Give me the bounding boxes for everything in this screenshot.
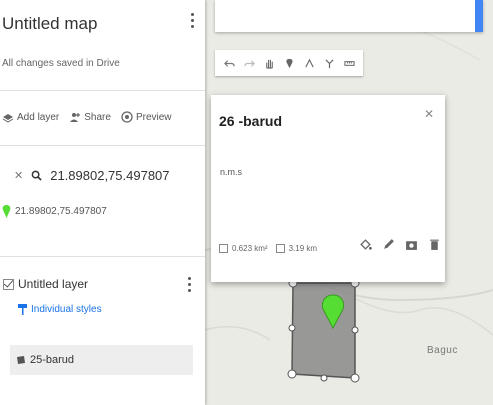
divider xyxy=(0,256,205,257)
person-add-icon xyxy=(70,113,81,122)
paint-roller-icon xyxy=(18,304,27,315)
vertex-handle xyxy=(320,374,328,382)
area-value: 0.623 km² xyxy=(232,244,268,253)
add-marker-icon[interactable] xyxy=(282,56,296,70)
search-result-item[interactable]: 21.89802,75.497807 xyxy=(2,205,107,218)
route-icon[interactable] xyxy=(322,56,336,70)
search-query-row[interactable]: ✕ 21.89802,75.497807 xyxy=(14,168,170,183)
divider xyxy=(0,90,205,91)
save-status: All changes saved in Drive xyxy=(2,58,120,69)
divider xyxy=(0,145,205,146)
close-icon[interactable]: ✕ xyxy=(424,107,434,121)
eye-icon xyxy=(121,111,133,123)
undo-icon[interactable] xyxy=(222,56,236,70)
vertex-handle xyxy=(351,326,359,334)
panel-actions: Add layer Share Preview xyxy=(2,111,172,123)
layers-panel: Untitled map All changes saved in Drive … xyxy=(0,0,205,405)
clear-search-icon[interactable]: ✕ xyxy=(14,169,23,182)
add-layer-button[interactable]: Add layer xyxy=(2,111,59,123)
search-result-label: 21.89802,75.497807 xyxy=(15,206,107,217)
feature-info-card: 26 -barud ✕ n.m.s 0.623 km² 3.19 km xyxy=(211,95,445,282)
redo-icon[interactable] xyxy=(242,56,256,70)
card-tools xyxy=(359,238,441,251)
area-icon xyxy=(219,244,228,253)
length-icon xyxy=(275,244,285,253)
feature-measurements: 0.623 km² 3.19 km xyxy=(219,244,317,253)
camera-icon[interactable] xyxy=(405,238,418,251)
polygon-icon xyxy=(17,356,25,364)
feature-title[interactable]: 26 -barud xyxy=(219,113,282,129)
layer-header[interactable]: Untitled layer xyxy=(3,277,88,291)
map-menu-icon[interactable] xyxy=(186,10,198,32)
individual-styles-label: Individual styles xyxy=(31,304,102,315)
feature-description[interactable]: n.m.s xyxy=(220,167,242,177)
add-layer-icon xyxy=(2,114,14,123)
pencil-icon[interactable] xyxy=(382,238,395,251)
feature-name: 25-barud xyxy=(30,354,75,366)
vertex-handle xyxy=(350,373,360,383)
share-label: Share xyxy=(84,111,111,123)
map-search-bar[interactable] xyxy=(215,0,483,32)
vertex-handle xyxy=(288,324,296,332)
preview-label: Preview xyxy=(135,111,172,123)
map-pin-icon xyxy=(2,205,11,218)
map-place-label: Baguc xyxy=(427,345,458,356)
layer-menu-icon[interactable] xyxy=(183,274,195,296)
add-layer-label: Add layer xyxy=(17,111,60,123)
layer-visibility-checkbox[interactable] xyxy=(3,278,14,290)
length-value: 3.19 km xyxy=(288,244,318,253)
draw-line-icon[interactable] xyxy=(302,56,316,70)
individual-styles-link[interactable]: Individual styles xyxy=(18,304,102,315)
map-title[interactable]: Untitled map xyxy=(2,14,97,34)
layer-name[interactable]: Untitled layer xyxy=(18,277,88,291)
drawn-polygon xyxy=(291,282,356,379)
vertex-handle xyxy=(287,369,297,379)
preview-button[interactable]: Preview xyxy=(121,111,172,123)
trash-icon[interactable] xyxy=(428,238,441,251)
feature-list-item[interactable]: 25-barud xyxy=(10,345,193,375)
search-query[interactable]: 21.89802,75.497807 xyxy=(50,168,169,183)
search-button[interactable] xyxy=(475,0,483,32)
map-toolbar xyxy=(215,50,363,76)
ruler-icon[interactable] xyxy=(342,56,356,70)
hand-icon[interactable] xyxy=(262,56,276,70)
paint-bucket-icon[interactable] xyxy=(359,238,372,251)
search-icon xyxy=(31,170,42,181)
share-button[interactable]: Share xyxy=(69,111,111,123)
